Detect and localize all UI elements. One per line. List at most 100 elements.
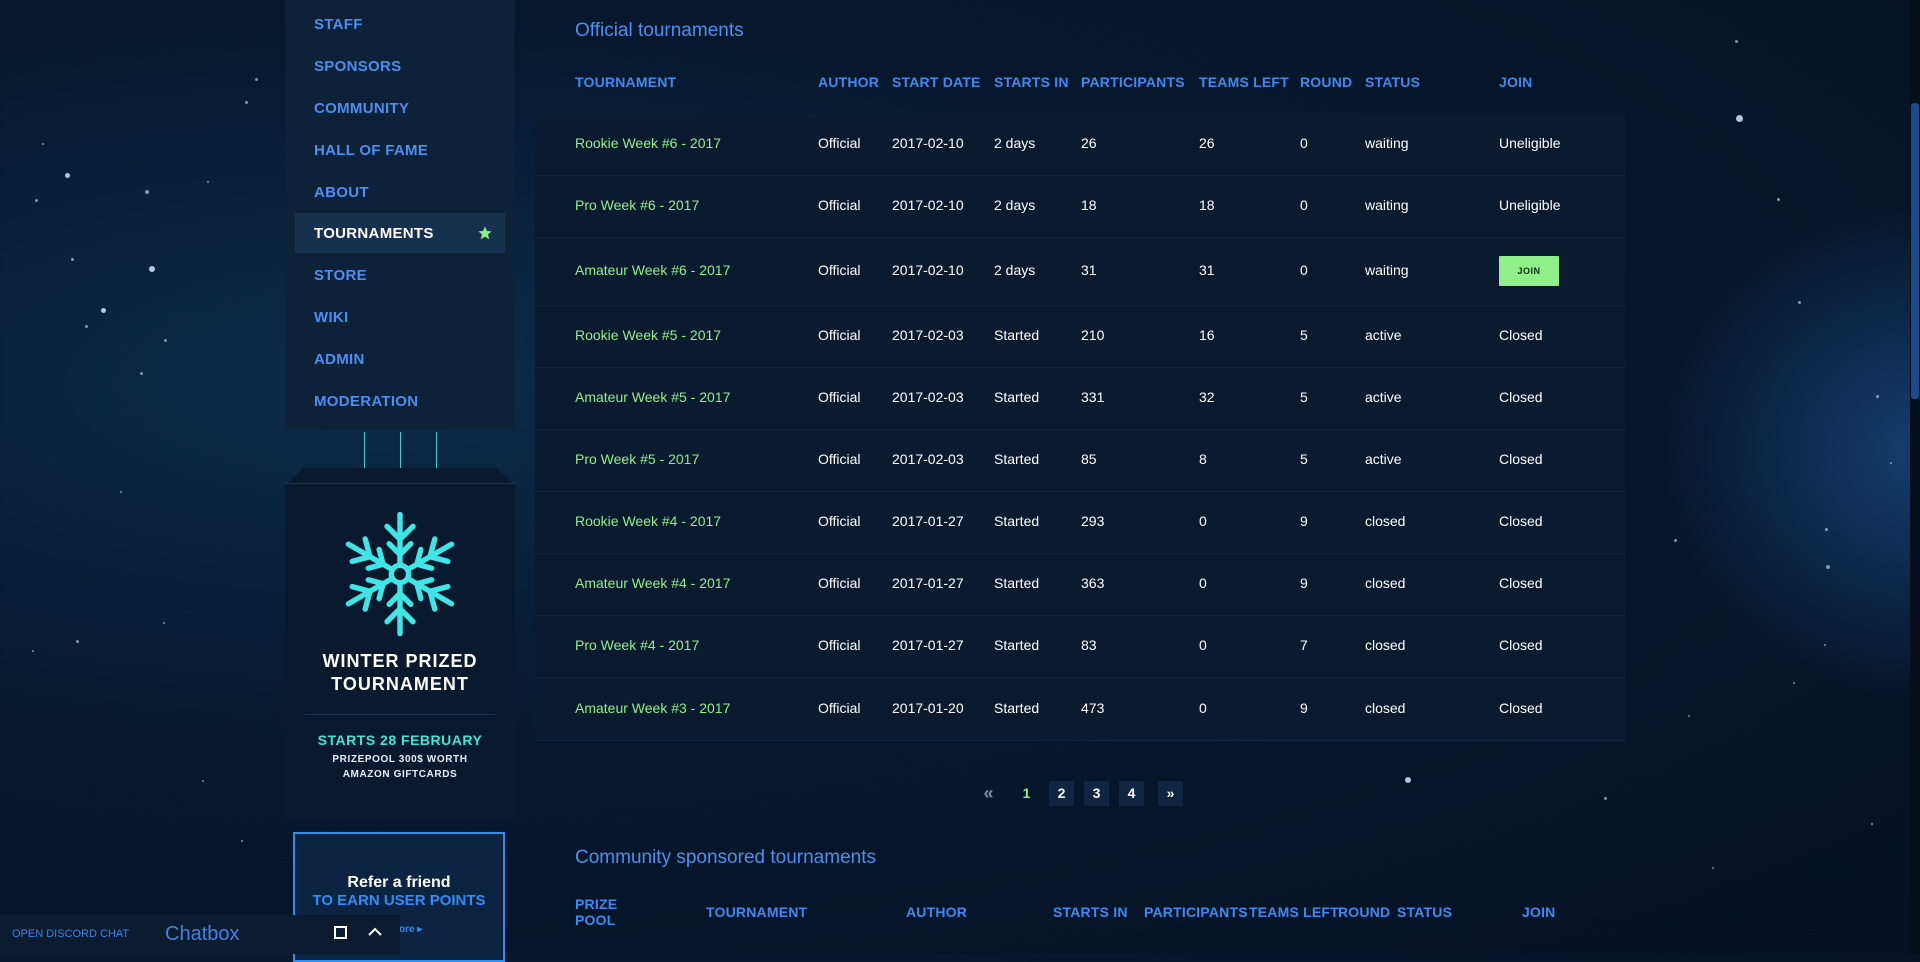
pagination-next-button[interactable]: » (1158, 781, 1183, 806)
pagination-page-2[interactable]: 2 (1049, 781, 1074, 806)
promo-title-line: TOURNAMENT (331, 674, 469, 694)
starts-in-cell: 2 days (994, 135, 1036, 151)
col-header-starts-in: STARTS IN (994, 74, 1069, 90)
start-date-cell: 2017-01-27 (892, 513, 964, 529)
status-cell: waiting (1365, 135, 1409, 151)
background-star (42, 143, 44, 145)
teams-left-cell: 26 (1199, 135, 1215, 151)
open-discord-chat-link[interactable]: OPEN DISCORD CHAT (12, 928, 129, 940)
join-status-cell: Uneligible (1499, 197, 1561, 213)
promo-title-line: WINTER PRIZED (322, 651, 478, 671)
background-star (1604, 797, 1607, 800)
round-cell: 9 (1300, 700, 1308, 716)
starts-in-cell: 2 days (994, 197, 1036, 213)
status-cell: closed (1365, 700, 1406, 716)
teams-left-cell: 32 (1199, 389, 1215, 405)
chatbox-title[interactable]: Chatbox (165, 923, 240, 946)
join-button[interactable]: JOIN (1499, 256, 1559, 286)
background-star (245, 101, 248, 104)
col-header-tournament: TOURNAMENT (706, 904, 808, 920)
teams-left-cell: 16 (1199, 327, 1215, 343)
background-star (101, 308, 106, 313)
maximize-icon[interactable] (334, 926, 347, 939)
background-star (1798, 301, 1801, 304)
tournament-name-link[interactable]: Amateur Week #6 - 2017 (575, 262, 730, 278)
tournament-name-link[interactable]: Amateur Week #4 - 2017 (575, 575, 730, 591)
nav-item-sponsors[interactable]: SPONSORS (295, 46, 505, 86)
refer-more-link[interactable]: ore ▸ (399, 924, 422, 935)
participants-cell: 473 (1081, 700, 1105, 716)
start-date-cell: 2017-02-03 (892, 327, 964, 343)
join-status-cell: Closed (1499, 327, 1543, 343)
starts-in-cell: Started (994, 389, 1040, 405)
start-date-cell: 2017-02-03 (892, 389, 964, 405)
tournament-name-link[interactable]: Amateur Week #5 - 2017 (575, 389, 730, 405)
tournament-name-link[interactable]: Pro Week #4 - 2017 (575, 637, 699, 653)
official-tournaments-title: Official tournaments (575, 20, 744, 41)
nav-item-admin[interactable]: ADMIN (295, 339, 505, 379)
participants-cell: 85 (1081, 451, 1097, 467)
nav-item-staff[interactable]: STAFF (295, 4, 505, 44)
teams-left-cell: 0 (1199, 513, 1207, 529)
nav-item-label: MODERATION (314, 392, 419, 410)
col-header-status: STATUS (1365, 74, 1421, 90)
background-star (71, 258, 74, 261)
participants-cell: 293 (1081, 513, 1105, 529)
round-cell: 5 (1300, 451, 1308, 467)
nav-item-about[interactable]: ABOUT (295, 172, 505, 212)
pagination-page-1[interactable]: 1 (1014, 781, 1039, 806)
starts-in-cell: Started (994, 327, 1040, 343)
starts-in-cell: 2 days (994, 262, 1036, 278)
pagination-prev-button[interactable]: « (976, 781, 1001, 806)
col-header-teams-left: TEAMS LEFT (1199, 74, 1289, 90)
promo-start-date: STARTS 28 FEBRUARY (317, 732, 483, 748)
nav-item-hall-of-fame[interactable]: HALL OF FAME (295, 130, 505, 170)
starts-in-cell: Started (994, 451, 1040, 467)
round-cell: 9 (1300, 513, 1308, 529)
promo-prize-line: AMAZON GIFTCARDS (342, 769, 458, 780)
tournament-name-link[interactable]: Amateur Week #3 - 2017 (575, 700, 730, 716)
nav-item-label: TOURNAMENTS (314, 224, 434, 242)
tournament-name-link[interactable]: Pro Week #6 - 2017 (575, 197, 699, 213)
sidebar-nav: STAFF SPONSORS COMMUNITY HALL OF FAME AB… (285, 0, 515, 430)
round-cell: 0 (1300, 262, 1308, 278)
background-star (1824, 644, 1826, 646)
promo-title: WINTER PRIZED TOURNAMENT (285, 650, 515, 696)
teams-left-cell: 18 (1199, 197, 1215, 213)
col-header-participants: PARTICIPANTS (1081, 74, 1185, 90)
tournament-name-link[interactable]: Rookie Week #5 - 2017 (575, 327, 721, 343)
nav-item-moderation[interactable]: MODERATION (295, 381, 505, 421)
author-cell: Official (818, 575, 861, 591)
background-star (65, 173, 70, 178)
background-star (1825, 528, 1828, 531)
nav-item-label: STORE (314, 266, 367, 284)
pagination-page-3[interactable]: 3 (1084, 781, 1109, 806)
tournament-name-link[interactable]: Pro Week #5 - 2017 (575, 451, 699, 467)
round-cell: 9 (1300, 575, 1308, 591)
nav-item-tournaments[interactable]: TOURNAMENTS (295, 213, 505, 253)
chevron-up-icon[interactable] (368, 925, 382, 939)
start-date-cell: 2017-02-10 (892, 135, 964, 151)
author-cell: Official (818, 389, 861, 405)
scrollbar-thumb[interactable] (1911, 103, 1919, 399)
teams-left-cell: 8 (1199, 451, 1207, 467)
pagination-page-4[interactable]: 4 (1119, 781, 1144, 806)
starts-in-cell: Started (994, 575, 1040, 591)
participants-cell: 26 (1081, 135, 1097, 151)
round-cell: 0 (1300, 197, 1308, 213)
promo-prize-text: PRIZEPOOL 300$ WORTH AMAZON GIFTCARDS (285, 752, 515, 782)
participants-cell: 210 (1081, 327, 1105, 343)
teams-left-cell: 31 (1199, 262, 1215, 278)
nav-item-wiki[interactable]: WIKI (295, 297, 505, 337)
start-date-cell: 2017-01-20 (892, 700, 964, 716)
col-header-prize-pool: PRIZE POOL (575, 896, 618, 928)
tournament-name-link[interactable]: Rookie Week #4 - 2017 (575, 513, 721, 529)
nav-item-store[interactable]: STORE (295, 255, 505, 295)
author-cell: Official (818, 513, 861, 529)
author-cell: Official (818, 135, 861, 151)
teams-left-cell: 0 (1199, 637, 1207, 653)
background-star (1688, 715, 1690, 717)
background-star (1890, 462, 1892, 464)
nav-item-community[interactable]: COMMUNITY (295, 88, 505, 128)
tournament-name-link[interactable]: Rookie Week #6 - 2017 (575, 135, 721, 151)
